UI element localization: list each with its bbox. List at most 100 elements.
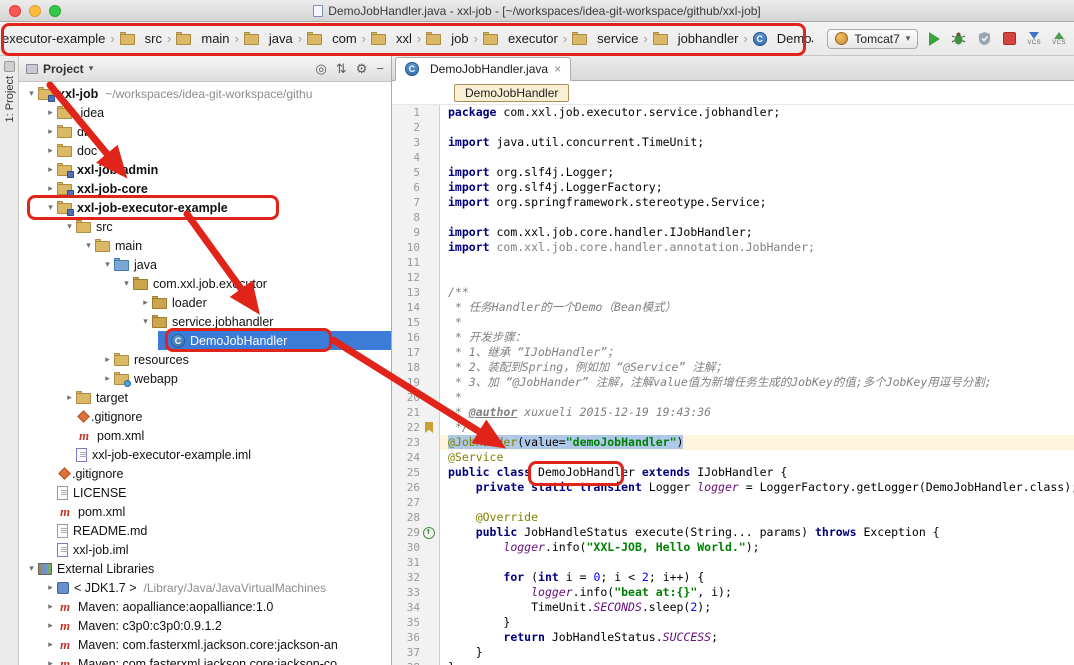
tree-row-content[interactable]: ▸xxl-job-core	[44, 179, 391, 198]
line-number[interactable]: 5	[392, 165, 420, 180]
code-line[interactable]: 15 *	[392, 315, 1074, 330]
line-number[interactable]: 7	[392, 195, 420, 210]
tree-row[interactable]: ▸db	[19, 122, 391, 141]
class-chip[interactable]: DemoJobHandler	[454, 84, 569, 102]
line-number[interactable]: 3	[392, 135, 420, 150]
tree-row-content[interactable]: ▾xxl-job~/workspaces/idea-git-workspace/…	[25, 84, 391, 103]
debug-button[interactable]	[951, 31, 966, 46]
code-line[interactable]: 12	[392, 270, 1074, 285]
breadcrumb-item[interactable]: com	[307, 31, 357, 46]
tree-row-content[interactable]: ▾com.xxl.job.executor	[120, 274, 391, 293]
line-number[interactable]: 30	[392, 540, 420, 555]
expand-arrow-icon[interactable]: ▸	[44, 126, 57, 137]
collapse-arrow-icon[interactable]: ▾	[120, 278, 133, 289]
expand-arrow-icon[interactable]: ▸	[101, 373, 114, 384]
collapse-arrow-icon[interactable]: ▾	[139, 316, 152, 327]
line-number[interactable]: 34	[392, 600, 420, 615]
code-line[interactable]: 21 * @author xuxueli 2015-12-19 19:43:36	[392, 405, 1074, 420]
tree-row-selected[interactable]: CDemoJobHandler	[158, 331, 391, 350]
tree-row-content[interactable]: README.md	[44, 521, 391, 540]
line-number[interactable]: 17	[392, 345, 420, 360]
line-number[interactable]: 6	[392, 180, 420, 195]
run-button[interactable]	[929, 32, 940, 46]
breadcrumb-item[interactable]: job	[426, 31, 468, 46]
tree-row[interactable]: ▸mMaven: aopalliance:aopalliance:1.0	[19, 597, 391, 616]
code-line[interactable]: 3import java.util.concurrent.TimeUnit;	[392, 135, 1074, 150]
tree-row-content[interactable]: ▸webapp	[101, 369, 391, 388]
code-line[interactable]: 24@Service	[392, 450, 1074, 465]
code-line[interactable]: 30 logger.info("XXL-JOB, Hello World.");	[392, 540, 1074, 555]
code-line[interactable]: 23@JobHander(value="demoJobHandler")	[392, 435, 1074, 450]
line-number[interactable]: 26	[392, 480, 420, 495]
code-line[interactable]: 14 * 任务Handler的一个Demo（Bean模式）	[392, 300, 1074, 315]
code-line[interactable]: 29↑ public JobHandleStatus execute(Strin…	[392, 525, 1074, 540]
expand-arrow-icon[interactable]: ▸	[44, 620, 57, 631]
line-number[interactable]: 19	[392, 375, 420, 390]
line-number[interactable]: 23	[392, 435, 420, 450]
chevron-down-icon[interactable]: ▾	[89, 63, 94, 74]
expand-arrow-icon[interactable]: ▸	[44, 582, 57, 593]
collapse-arrow-icon[interactable]: ▾	[82, 240, 95, 251]
code-line[interactable]: 35 }	[392, 615, 1074, 630]
tree-row-content[interactable]: ▾xxl-job-executor-example	[44, 198, 391, 217]
code-line[interactable]: 13/**	[392, 285, 1074, 300]
tree-row[interactable]: ▸mMaven: c3p0:c3p0:0.9.1.2	[19, 616, 391, 635]
line-number[interactable]: 32	[392, 570, 420, 585]
line-number[interactable]: 14	[392, 300, 420, 315]
zoom-window-button[interactable]	[49, 5, 61, 17]
code-line[interactable]: 34 TimeUnit.SECONDS.sleep(2);	[392, 600, 1074, 615]
sort-icon[interactable]: ⇅	[336, 61, 347, 77]
breadcrumb-item[interactable]: CDemoJobHandler	[753, 31, 814, 46]
expand-arrow-icon[interactable]: ▸	[44, 639, 57, 650]
tree-row[interactable]: ▸xxl-job-admin	[19, 160, 391, 179]
tree-row[interactable]: mpom.xml	[19, 426, 391, 445]
line-number[interactable]: 21	[392, 405, 420, 420]
line-number[interactable]: 28	[392, 510, 420, 525]
code-line[interactable]: 19 * 3、加 “@JobHander” 注解，注解value值为新增任务生成…	[392, 375, 1074, 390]
line-number[interactable]: 36	[392, 630, 420, 645]
tree-row[interactable]: ▸doc	[19, 141, 391, 160]
tree-row-content[interactable]: ▸target	[63, 388, 391, 407]
run-config-selector[interactable]: Tomcat7 ▾	[827, 29, 918, 49]
tree-row[interactable]: ▾java	[19, 255, 391, 274]
breadcrumb-item[interactable]: executor	[483, 31, 558, 46]
tree-row[interactable]: ▸mMaven: com.fasterxml.jackson.core:jack…	[19, 654, 391, 665]
project-tool-button[interactable]: 1: Project	[0, 61, 19, 122]
tree-row-content[interactable]: mpom.xml	[63, 426, 391, 445]
line-number[interactable]: 18	[392, 360, 420, 375]
tree-row[interactable]: xxl-job.iml	[19, 540, 391, 559]
code-line[interactable]: 7import org.springframework.stereotype.S…	[392, 195, 1074, 210]
tree-row-content[interactable]: ▸< JDK1.7 >/Library/Java/JavaVirtualMach…	[44, 578, 391, 597]
code-line[interactable]: 32 for (int i = 0; i < 2; i++) {	[392, 570, 1074, 585]
code-line[interactable]: 16 * 开发步骤：	[392, 330, 1074, 345]
line-number[interactable]: 10	[392, 240, 420, 255]
vcs-update-button[interactable]: VCS	[1027, 32, 1041, 46]
locate-icon[interactable]: ◎	[316, 61, 327, 77]
breadcrumb-item[interactable]: xxl	[371, 31, 412, 46]
tree-row[interactable]: LICENSE	[19, 483, 391, 502]
tree-row[interactable]: ▾main	[19, 236, 391, 255]
tree-row-content[interactable]: xxl-job.iml	[44, 540, 391, 559]
breadcrumb-item[interactable]: executor-example	[2, 31, 105, 46]
tree-row-content[interactable]: ▾java	[101, 255, 391, 274]
code-line[interactable]: 31	[392, 555, 1074, 570]
expand-arrow-icon[interactable]: ▸	[139, 297, 152, 308]
tree-row-content[interactable]: ▸xxl-job-admin	[44, 160, 391, 179]
tree-row-content[interactable]: ▸doc	[44, 141, 391, 160]
tree-row[interactable]: ▾service.jobhandler	[19, 312, 391, 331]
code-line[interactable]: 25public class DemoJobHandler extends IJ…	[392, 465, 1074, 480]
line-number[interactable]: 9	[392, 225, 420, 240]
tree-row-content[interactable]: .gitignore	[44, 464, 391, 483]
code-line[interactable]: 17 * 1、继承 “IJobHandler”；	[392, 345, 1074, 360]
code-line[interactable]: 26 private static transient Logger logge…	[392, 480, 1074, 495]
tree-row-content[interactable]: ▸.idea	[44, 103, 391, 122]
tree-row-content[interactable]: ▾External Libraries	[25, 559, 391, 578]
line-number[interactable]: 31	[392, 555, 420, 570]
close-window-button[interactable]	[9, 5, 21, 17]
close-icon[interactable]: ×	[554, 62, 561, 76]
project-panel-title[interactable]: Project	[43, 62, 84, 76]
tree-row[interactable]: README.md	[19, 521, 391, 540]
tree-row[interactable]: ▾com.xxl.job.executor	[19, 274, 391, 293]
line-number[interactable]: 12	[392, 270, 420, 285]
line-number[interactable]: 8	[392, 210, 420, 225]
